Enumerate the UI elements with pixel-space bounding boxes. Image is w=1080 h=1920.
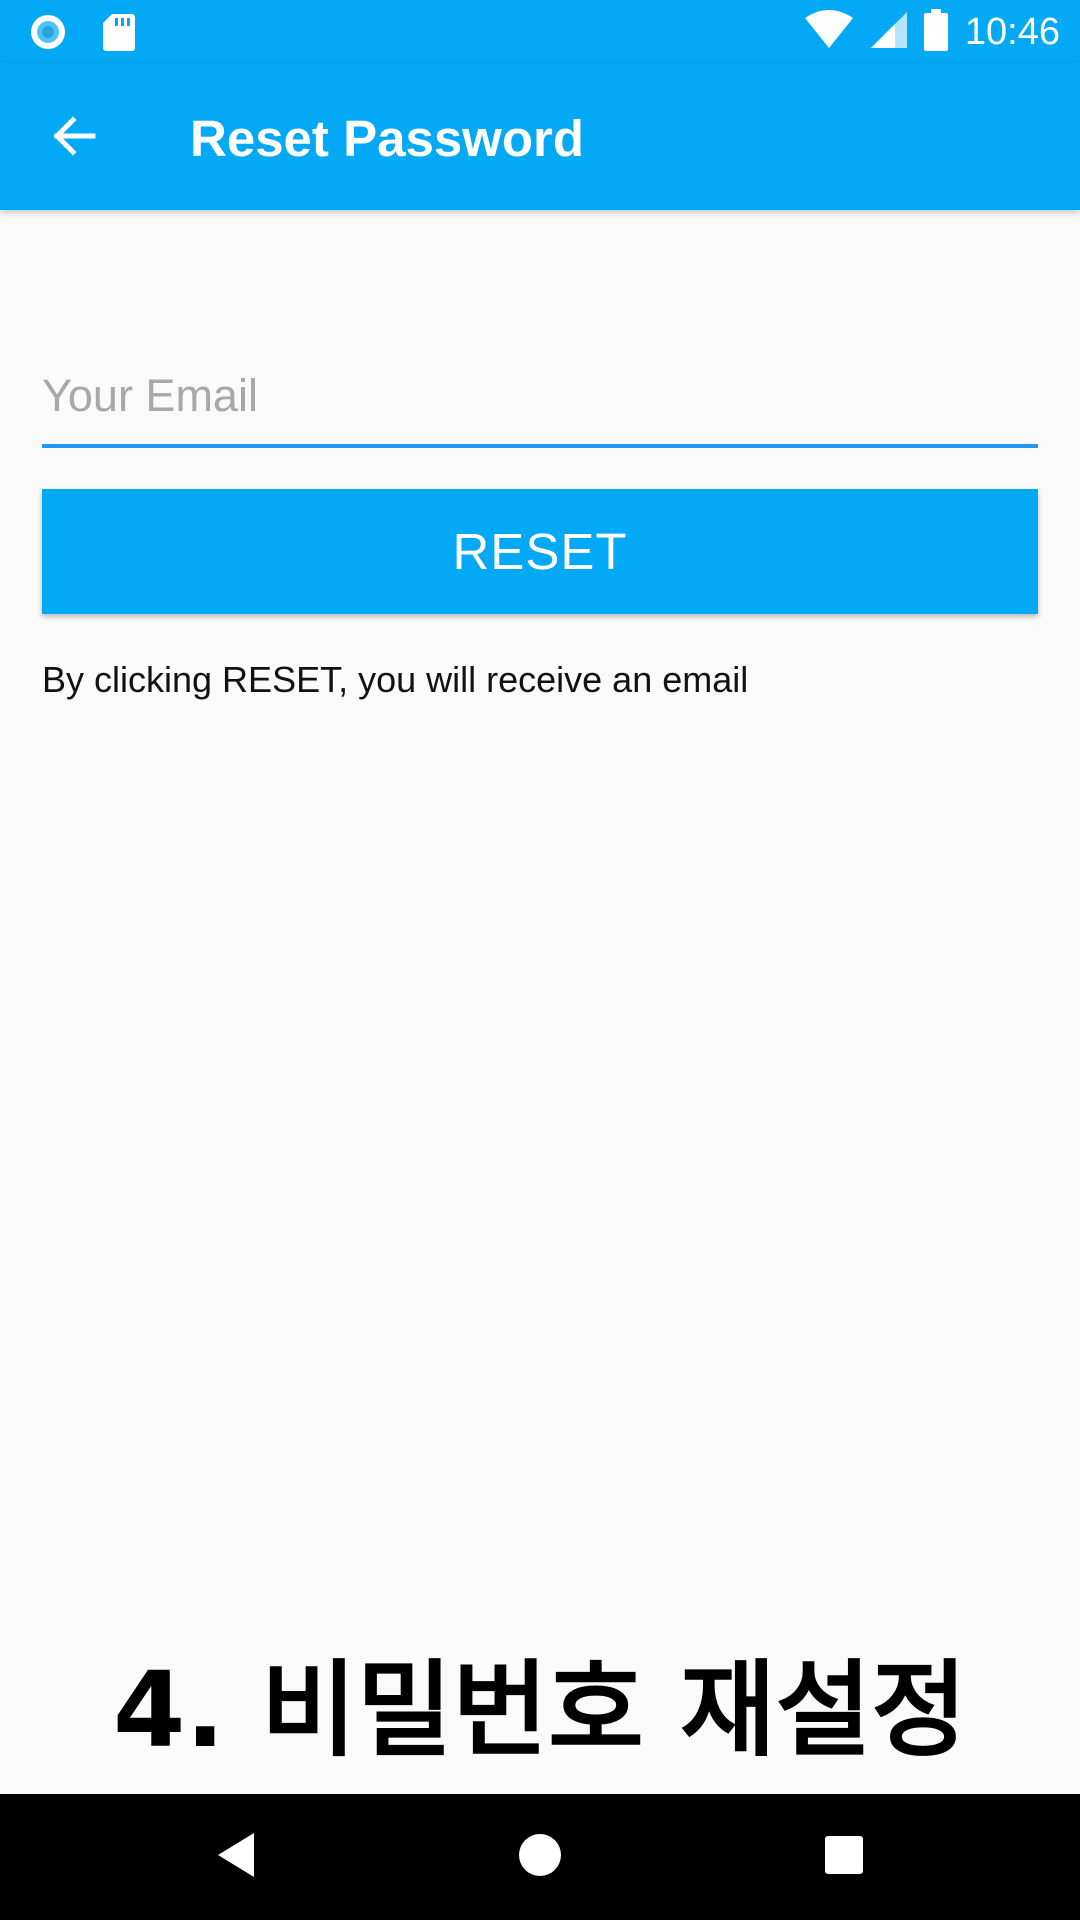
- home-circle-icon: [517, 1832, 563, 1883]
- status-notifications: [28, 12, 136, 57]
- nav-back-button[interactable]: [196, 1817, 276, 1897]
- app-bar: Reset Password: [0, 63, 1080, 210]
- back-triangle-icon: [214, 1831, 258, 1884]
- nav-recents-button[interactable]: [804, 1817, 884, 1897]
- step-caption: 4. 비밀번호 재설정: [112, 1649, 968, 1771]
- back-button[interactable]: [38, 103, 108, 173]
- navigation-bar: [0, 1794, 1080, 1920]
- email-underline: [42, 444, 1038, 448]
- recents-square-icon: [824, 1835, 864, 1880]
- app-notification-icon: [28, 12, 68, 57]
- email-field[interactable]: [42, 350, 1038, 448]
- status-time: 10:46: [964, 10, 1060, 53]
- cell-signal-icon: [869, 10, 907, 55]
- wifi-icon: [804, 9, 853, 55]
- status-bar: 10:46: [0, 0, 1080, 63]
- nav-home-button[interactable]: [500, 1817, 580, 1897]
- arrow-back-icon: [49, 112, 97, 165]
- reset-info-text: By clicking RESET, you will receive an e…: [42, 659, 749, 700]
- sd-card-icon: [102, 12, 136, 57]
- reset-button[interactable]: RESET: [42, 489, 1038, 614]
- page-title: Reset Password: [190, 110, 585, 167]
- status-system: 10:46: [804, 8, 1060, 56]
- email-input[interactable]: [42, 350, 1038, 442]
- battery-icon: [923, 8, 949, 56]
